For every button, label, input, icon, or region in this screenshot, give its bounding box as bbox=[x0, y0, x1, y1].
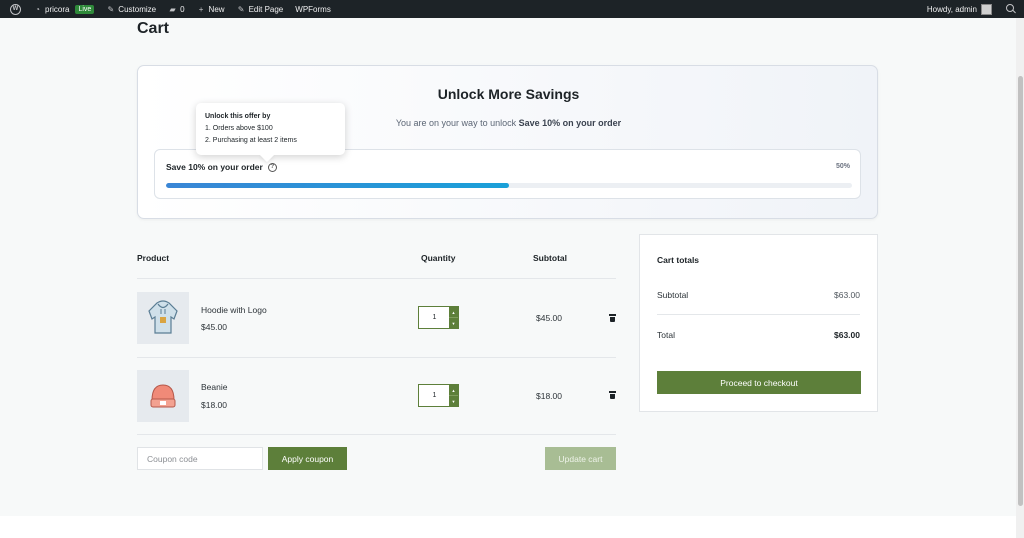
cart-totals: Cart totals Subtotal $63.00 Total $63.00… bbox=[639, 234, 878, 412]
header-quantity: Quantity bbox=[421, 253, 456, 263]
trash-icon[interactable] bbox=[609, 391, 616, 399]
tooltip-line-1: 1. Orders above $100 bbox=[205, 125, 273, 132]
offer-label: Save 10% on your order ? bbox=[166, 162, 277, 172]
comment-icon: ▰ bbox=[169, 4, 176, 14]
totals-divider bbox=[657, 314, 860, 315]
quantity-stepper[interactable]: 1 ▲ ▼ bbox=[418, 306, 459, 329]
product-price: $45.00 bbox=[201, 322, 227, 332]
table-divider bbox=[137, 434, 616, 435]
tooltip-line-2: 2. Purchasing at least 2 items bbox=[205, 137, 297, 144]
wpforms-menu[interactable]: WPForms bbox=[289, 0, 337, 18]
header-subtotal: Subtotal bbox=[533, 253, 567, 263]
scrollbar[interactable] bbox=[1016, 18, 1024, 538]
dashboard-icon: ◔ bbox=[35, 4, 40, 14]
row-subtotal: $45.00 bbox=[536, 313, 562, 323]
edit-page-label: Edit Page bbox=[248, 4, 284, 14]
search-icon[interactable] bbox=[1006, 4, 1016, 14]
page-title: Cart bbox=[137, 20, 170, 37]
howdy-user-menu[interactable]: Howdy, admin bbox=[927, 5, 977, 14]
pencil-icon: ✎ bbox=[237, 4, 245, 14]
edit-page-link[interactable]: ✎ Edit Page bbox=[231, 0, 290, 18]
wordpress-logo-icon: W bbox=[10, 3, 21, 15]
site-name-menu[interactable]: ◔ pricora Live bbox=[27, 0, 100, 18]
hoodie-image[interactable] bbox=[137, 292, 189, 344]
row-subtotal: $18.00 bbox=[536, 391, 562, 401]
comments-count: 0 bbox=[180, 4, 185, 14]
admin-bar: W ◔ pricora Live ✎ Customize ▰ 0 + New ✎… bbox=[0, 0, 1024, 18]
header-product: Product bbox=[137, 253, 170, 263]
site-name: pricora bbox=[45, 4, 70, 14]
savings-subtitle-offer: Save 10% on your order bbox=[518, 118, 622, 128]
paintbrush-icon: ✎ bbox=[107, 4, 115, 14]
progress-box: Save 10% on your order ? 50% bbox=[154, 149, 861, 199]
customize-link[interactable]: ✎ Customize bbox=[100, 0, 162, 18]
progress-track bbox=[166, 183, 852, 188]
quantity-value[interactable]: 1 bbox=[419, 307, 450, 328]
quantity-value[interactable]: 1 bbox=[419, 385, 450, 406]
hoodie-icon bbox=[148, 300, 178, 334]
total-label: Total bbox=[657, 330, 675, 340]
comments-link[interactable]: ▰ 0 bbox=[162, 0, 190, 18]
total-value: $63.00 bbox=[834, 330, 860, 340]
trash-icon[interactable] bbox=[609, 314, 616, 322]
coupon-input[interactable] bbox=[137, 447, 263, 470]
product-name[interactable]: Hoodie with Logo bbox=[201, 305, 267, 315]
savings-title: Unlock More Savings bbox=[437, 86, 580, 102]
scrollbar-thumb[interactable] bbox=[1018, 76, 1023, 506]
new-label: New bbox=[208, 4, 225, 14]
proceed-to-checkout-button[interactable]: Proceed to checkout bbox=[657, 371, 861, 394]
footer-area bbox=[0, 516, 1016, 538]
customize-label: Customize bbox=[118, 4, 157, 14]
subtotal-value: $63.00 bbox=[834, 290, 860, 300]
product-price: $18.00 bbox=[201, 400, 227, 410]
wordpress-menu[interactable]: W bbox=[0, 0, 27, 18]
cart-totals-title: Cart totals bbox=[657, 255, 700, 265]
savings-subtitle-prefix: You are on your way to unlock bbox=[395, 118, 517, 128]
apply-coupon-button[interactable]: Apply coupon bbox=[268, 447, 347, 470]
increment-icon[interactable]: ▲ bbox=[449, 385, 458, 395]
wpforms-label: WPForms bbox=[295, 4, 331, 14]
tooltip-title: Unlock this offer by bbox=[205, 113, 271, 120]
offer-label-text: Save 10% on your order bbox=[166, 162, 263, 172]
avatar[interactable] bbox=[981, 3, 992, 15]
beanie-image[interactable] bbox=[137, 370, 189, 422]
question-icon[interactable]: ? bbox=[267, 162, 277, 172]
quantity-stepper[interactable]: 1 ▲ ▼ bbox=[418, 384, 459, 407]
product-name[interactable]: Beanie bbox=[201, 382, 227, 392]
progress-fill bbox=[166, 183, 509, 188]
subtotal-label: Subtotal bbox=[657, 290, 689, 300]
new-content-menu[interactable]: + New bbox=[191, 0, 231, 18]
offer-tooltip: Unlock this offer by 1. Orders above $10… bbox=[196, 103, 345, 155]
update-cart-button[interactable]: Update cart bbox=[545, 447, 616, 470]
decrement-icon[interactable]: ▼ bbox=[449, 317, 458, 328]
plus-icon: + bbox=[198, 4, 204, 14]
progress-percent: 50% bbox=[835, 163, 850, 170]
decrement-icon[interactable]: ▼ bbox=[449, 395, 458, 406]
table-divider bbox=[137, 357, 616, 358]
table-divider bbox=[137, 278, 616, 279]
increment-icon[interactable]: ▲ bbox=[449, 307, 458, 317]
live-badge: Live bbox=[75, 4, 95, 14]
beanie-icon bbox=[150, 384, 176, 408]
